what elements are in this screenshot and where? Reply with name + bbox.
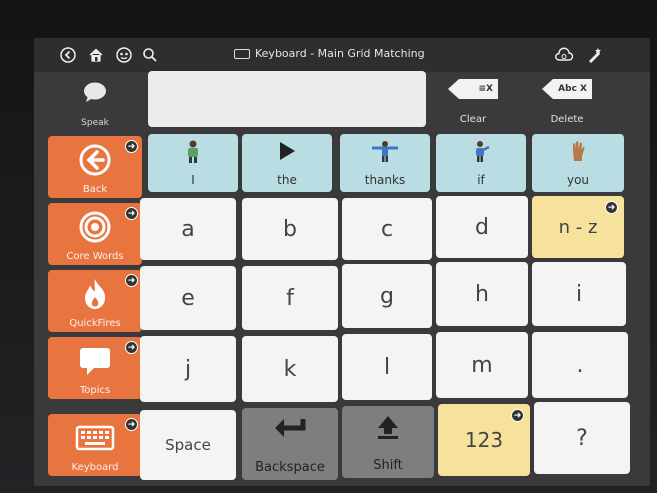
edit-mode-icon[interactable] [585, 45, 605, 65]
sidebar-item-label: QuickFires [69, 318, 121, 329]
person-icon [188, 140, 198, 163]
key-c[interactable]: c [342, 198, 432, 260]
sidebar-item-label: Core Words [66, 251, 124, 262]
go-arrow-icon: ➜ [125, 207, 138, 220]
backspace-label: Backspace [255, 460, 325, 475]
sidebar-item-topics[interactable]: ➜ Topics [48, 337, 142, 399]
clear-button[interactable]: ≡X Clear [430, 73, 516, 129]
page-title-text: Keyboard - Main Grid Matching [255, 47, 425, 60]
go-arrow-icon: ➜ [125, 140, 138, 153]
keyboard-title-icon [234, 48, 250, 59]
sidebar-item-label: Topics [79, 385, 111, 396]
speak-label: Speak [81, 118, 109, 128]
word-cell-you[interactable]: you [532, 134, 624, 192]
hand-icon [573, 141, 585, 161]
key-f[interactable]: f [242, 266, 338, 330]
key-d[interactable]: d [436, 196, 528, 258]
numbers-button[interactable]: ➜ 123 [438, 404, 530, 476]
numbers-label: 123 [464, 428, 504, 452]
delete-button[interactable]: Abc X Delete [524, 73, 610, 129]
go-arrow-icon: ➜ [605, 201, 618, 214]
sidebar-item-quickfires[interactable]: ➜ QuickFires [48, 270, 142, 332]
word-label: I [191, 173, 195, 187]
word-label: if [477, 173, 485, 187]
shift-key[interactable]: Shift [342, 406, 434, 478]
cloud-sync-icon[interactable] [554, 45, 574, 65]
tablet-device: Keyboard - Main Grid Matching Speak ≡X C… [0, 0, 657, 493]
backspace-key[interactable]: Backspace [242, 408, 338, 480]
home-icon[interactable] [86, 45, 106, 65]
word-label: the [277, 173, 297, 187]
speech-bubble-icon [84, 82, 106, 102]
key-k[interactable]: k [242, 336, 338, 402]
keyboard-icon [75, 425, 115, 451]
go-arrow-icon: ➜ [125, 274, 138, 287]
search-icon[interactable] [140, 45, 160, 65]
key-h[interactable]: h [436, 262, 528, 326]
delete-icon: Abc X [542, 79, 592, 99]
sidebar-item-label: Keyboard [71, 462, 119, 473]
key-j[interactable]: j [140, 336, 236, 402]
key-e[interactable]: e [140, 266, 236, 330]
back-circle-icon[interactable] [58, 45, 78, 65]
word-cell-the[interactable]: the [242, 134, 332, 192]
key-i[interactable]: i [532, 262, 626, 326]
page-title: Keyboard - Main Grid Matching [234, 47, 425, 60]
space-label: Space [165, 436, 211, 454]
app-screen: Keyboard - Main Grid Matching Speak ≡X C… [34, 38, 650, 486]
sidebar-item-back[interactable]: ➜ Back [48, 136, 142, 198]
speak-button[interactable]: Speak [48, 76, 142, 132]
key-question-mark[interactable]: ? [534, 402, 630, 474]
return-arrow-icon [275, 419, 306, 437]
triangle-icon [280, 142, 295, 160]
word-cell-i[interactable]: I [148, 134, 238, 192]
go-arrow-icon: ➜ [125, 418, 138, 431]
speech-bubble-icon [80, 348, 110, 375]
word-cell-thanks[interactable]: thanks [340, 134, 430, 192]
clear-label: Clear [459, 114, 487, 125]
go-arrow-icon: ➜ [511, 409, 524, 422]
key-b[interactable]: b [242, 198, 338, 260]
word-label: you [566, 173, 590, 187]
n-z-button[interactable]: ➜ n - z [532, 196, 624, 258]
word-cell-if[interactable]: if [436, 134, 526, 192]
sidebar-item-label: Back [82, 184, 108, 195]
face-icon[interactable] [114, 45, 134, 65]
go-arrow-icon: ➜ [125, 341, 138, 354]
person-point-icon [476, 141, 490, 162]
n-z-label: n - z [558, 216, 598, 238]
sidebar-item-keyboard[interactable]: ➜ Keyboard [48, 414, 142, 476]
shift-label: Shift [373, 458, 403, 473]
top-bar: Keyboard - Main Grid Matching [34, 38, 650, 72]
key-period[interactable]: . [532, 332, 628, 398]
shift-arrow-icon [378, 416, 398, 439]
key-a[interactable]: a [140, 198, 236, 260]
key-l[interactable]: l [342, 334, 432, 400]
message-bar[interactable] [148, 71, 426, 127]
back-arrow-icon [79, 144, 111, 176]
clear-icon: ≡X [448, 79, 498, 99]
key-m[interactable]: m [436, 332, 528, 398]
fire-icon [85, 279, 106, 309]
word-label: thanks [364, 173, 406, 187]
sidebar-item-core-words[interactable]: ➜ Core Words [48, 203, 142, 265]
target-icon [79, 211, 111, 243]
key-g[interactable]: g [342, 264, 432, 328]
space-key[interactable]: Space [140, 410, 236, 480]
delete-label: Delete [550, 114, 584, 125]
person-arms-icon [372, 141, 398, 162]
